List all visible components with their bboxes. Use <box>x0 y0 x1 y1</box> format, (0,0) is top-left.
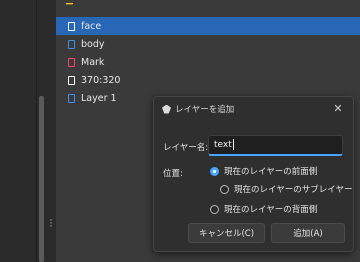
layer-icon <box>68 93 75 103</box>
add-button[interactable]: 追加(A) <box>271 223 345 243</box>
layer-row-body[interactable]: body <box>56 35 360 53</box>
panel-divider <box>36 0 37 262</box>
drag-handle-icon[interactable]: · · · <box>49 217 53 232</box>
radio-icon[interactable] <box>220 184 229 194</box>
cancel-button[interactable]: キャンセル(C) <box>188 223 265 243</box>
add-layer-dialog: レイヤーを追加 ✕ レイヤー名: text 位置: 現在のレイヤーの前面側 現在… <box>153 96 354 252</box>
left-toolbar-strip <box>0 0 36 262</box>
text-caret <box>232 139 234 150</box>
app-icon <box>162 104 171 114</box>
dialog-title: レイヤーを追加 <box>175 105 235 115</box>
left-scrollbar[interactable] <box>39 96 44 262</box>
layer-row-370-320[interactable]: 370:320 <box>56 71 360 89</box>
layer-row-mark[interactable]: Mark <box>56 53 360 71</box>
layer-row-face[interactable]: face <box>56 17 360 35</box>
layer-name: Layer 1 <box>81 92 117 104</box>
layer-name: body <box>81 38 105 50</box>
position-option-above[interactable]: 現在のレイヤーの前面側 <box>210 165 317 177</box>
layer-name-input[interactable]: text <box>208 135 343 156</box>
layer-name-value: text <box>214 140 232 150</box>
layer-name: 370:320 <box>81 74 121 86</box>
position-option-below[interactable]: 現在のレイヤーの背面側 <box>210 203 317 215</box>
layer-icon <box>68 57 75 67</box>
position-label: 位置: <box>163 169 183 179</box>
layer-icon <box>68 39 75 49</box>
position-option-sublayer[interactable]: 現在のレイヤーのサブレイヤー <box>220 183 353 195</box>
layer-icon <box>68 75 75 85</box>
layer-name: Mark <box>81 56 105 68</box>
dialog-titlebar[interactable]: レイヤーを追加 <box>154 97 353 121</box>
position-option-label: 現在のレイヤーのサブレイヤー <box>234 185 353 195</box>
position-option-label: 現在のレイヤーの前面側 <box>224 167 318 177</box>
layer-icon <box>68 21 75 31</box>
close-icon[interactable]: ✕ <box>332 102 344 116</box>
layer-name-label: レイヤー名: <box>163 143 209 153</box>
layer-name: face <box>81 20 102 32</box>
radio-icon[interactable] <box>210 204 219 214</box>
radio-checked-icon[interactable] <box>210 166 219 176</box>
position-option-label: 現在のレイヤーの背面側 <box>224 205 318 215</box>
layer-add-icon[interactable]: ▁ <box>66 0 76 5</box>
